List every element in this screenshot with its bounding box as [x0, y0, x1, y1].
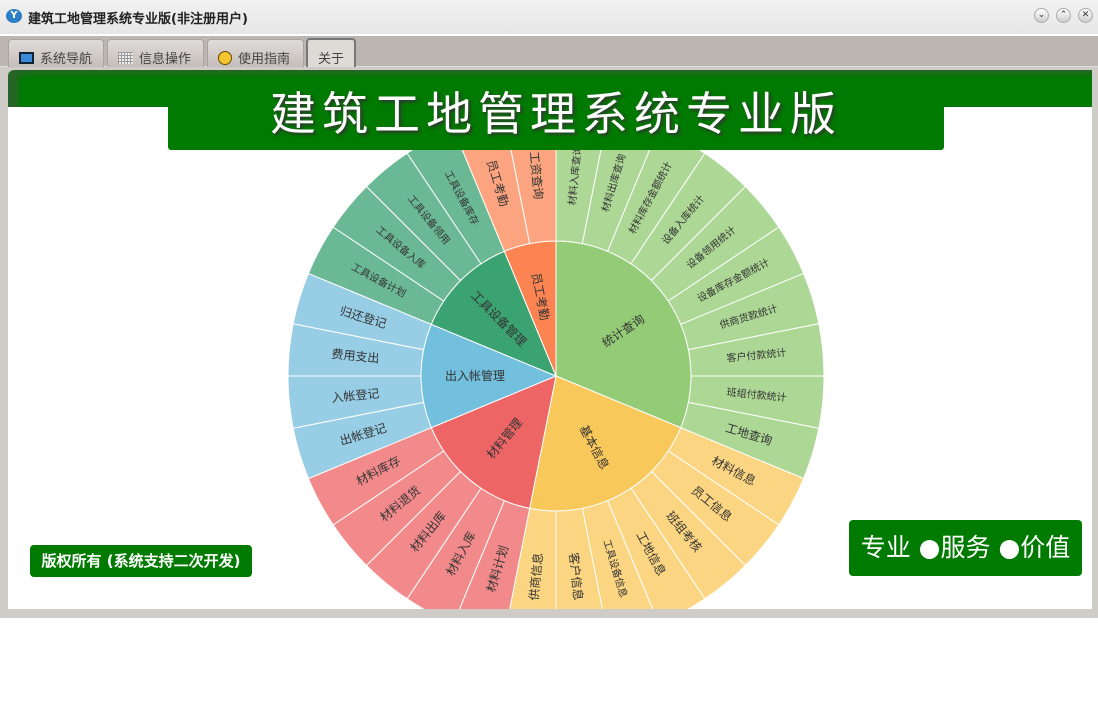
copyright-badge: 版权所有 (系统支持二次开发): [30, 545, 252, 577]
tab-label: 关于: [318, 52, 345, 67]
minimize-button[interactable]: ⌄: [1034, 8, 1049, 23]
tab-bar: 系统导航 信息操作 使用指南 关于: [0, 36, 1098, 68]
close-button[interactable]: ✕: [1078, 8, 1093, 23]
window-title: 建筑工地管理系统专业版(非注册用户): [28, 12, 248, 27]
tab-label: 信息操作: [139, 52, 192, 67]
app-logo-icon: Y: [6, 9, 22, 23]
tab-system-navigation[interactable]: 系统导航: [8, 39, 104, 67]
monitor-icon: [19, 52, 34, 64]
maximize-button[interactable]: ⌃: [1056, 8, 1071, 23]
help-icon: [218, 51, 232, 65]
tab-user-guide[interactable]: 使用指南: [207, 39, 304, 67]
title-bar: Y 建筑工地管理系统专业版(非注册用户) ⌄ ⌃ ✕: [0, 0, 1098, 34]
tab-about[interactable]: 关于: [306, 38, 356, 68]
sunburst-inner-label: 出入帐管理: [445, 368, 505, 383]
slogan-badge: 专业 ●服务 ●价值: [849, 520, 1082, 576]
grid-icon: [118, 52, 133, 64]
tab-label: 系统导航: [40, 52, 93, 67]
tab-label: 使用指南: [238, 52, 291, 67]
product-banner: 建筑工地管理系统专业版: [168, 78, 944, 150]
tab-info-operations[interactable]: 信息操作: [107, 39, 204, 67]
